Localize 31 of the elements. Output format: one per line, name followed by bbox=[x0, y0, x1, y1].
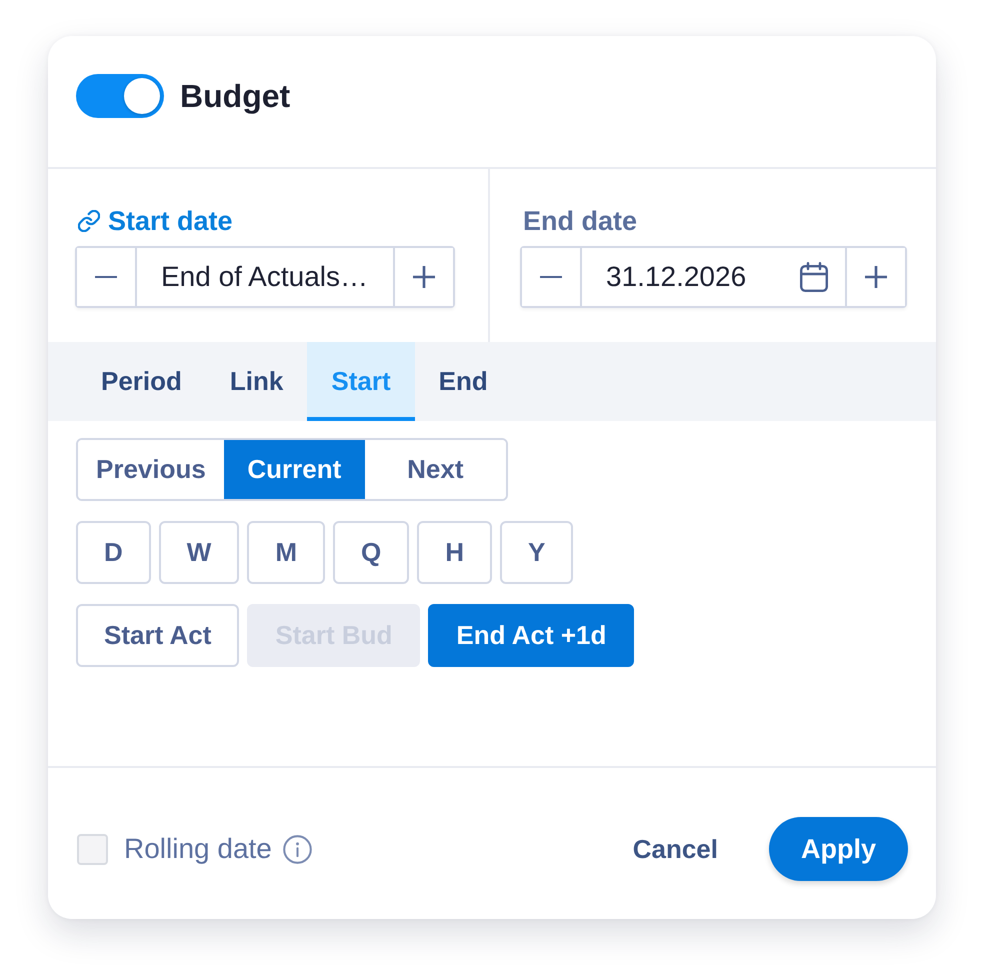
unit-button[interactable]: W bbox=[158, 521, 240, 584]
date-field[interactable]: 31.12.2026 bbox=[582, 248, 845, 306]
checkbox-label: Rolling date bbox=[124, 833, 272, 865]
plus-icon bbox=[413, 266, 435, 288]
toggle-switch[interactable] bbox=[76, 74, 164, 118]
dialog-title: Budget bbox=[180, 77, 290, 116]
plus-icon bbox=[865, 266, 887, 288]
unit-button[interactable]: D bbox=[76, 521, 151, 584]
tab[interactable]: End bbox=[414, 342, 512, 421]
preset-button[interactable]: End Act +1d bbox=[428, 604, 634, 667]
apply-button[interactable]: Apply bbox=[768, 817, 908, 881]
unit-button[interactable]: H bbox=[417, 521, 492, 584]
preset-button[interactable]: Start Act bbox=[76, 604, 240, 667]
date-field[interactable]: End of Actuals… bbox=[137, 248, 393, 306]
checkbox[interactable] bbox=[77, 834, 108, 864]
minus-icon bbox=[540, 276, 562, 278]
minus-icon bbox=[95, 276, 117, 278]
unit-button[interactable]: M bbox=[247, 521, 325, 584]
increment-button[interactable] bbox=[845, 248, 905, 306]
date-label: Start date bbox=[108, 207, 233, 235]
date-label: End date bbox=[523, 207, 638, 235]
link-icon bbox=[78, 210, 100, 232]
calendar-icon[interactable] bbox=[800, 262, 828, 292]
unit-button[interactable]: Q bbox=[333, 521, 410, 584]
tab[interactable]: Period bbox=[77, 342, 206, 421]
segment-button[interactable]: Current bbox=[224, 440, 365, 499]
unit-button[interactable]: Y bbox=[500, 521, 574, 584]
increment-button[interactable] bbox=[393, 248, 453, 306]
cancel-button[interactable]: Cancel bbox=[608, 817, 742, 881]
tab[interactable]: Link bbox=[206, 342, 308, 421]
info-icon[interactable] bbox=[282, 834, 312, 864]
